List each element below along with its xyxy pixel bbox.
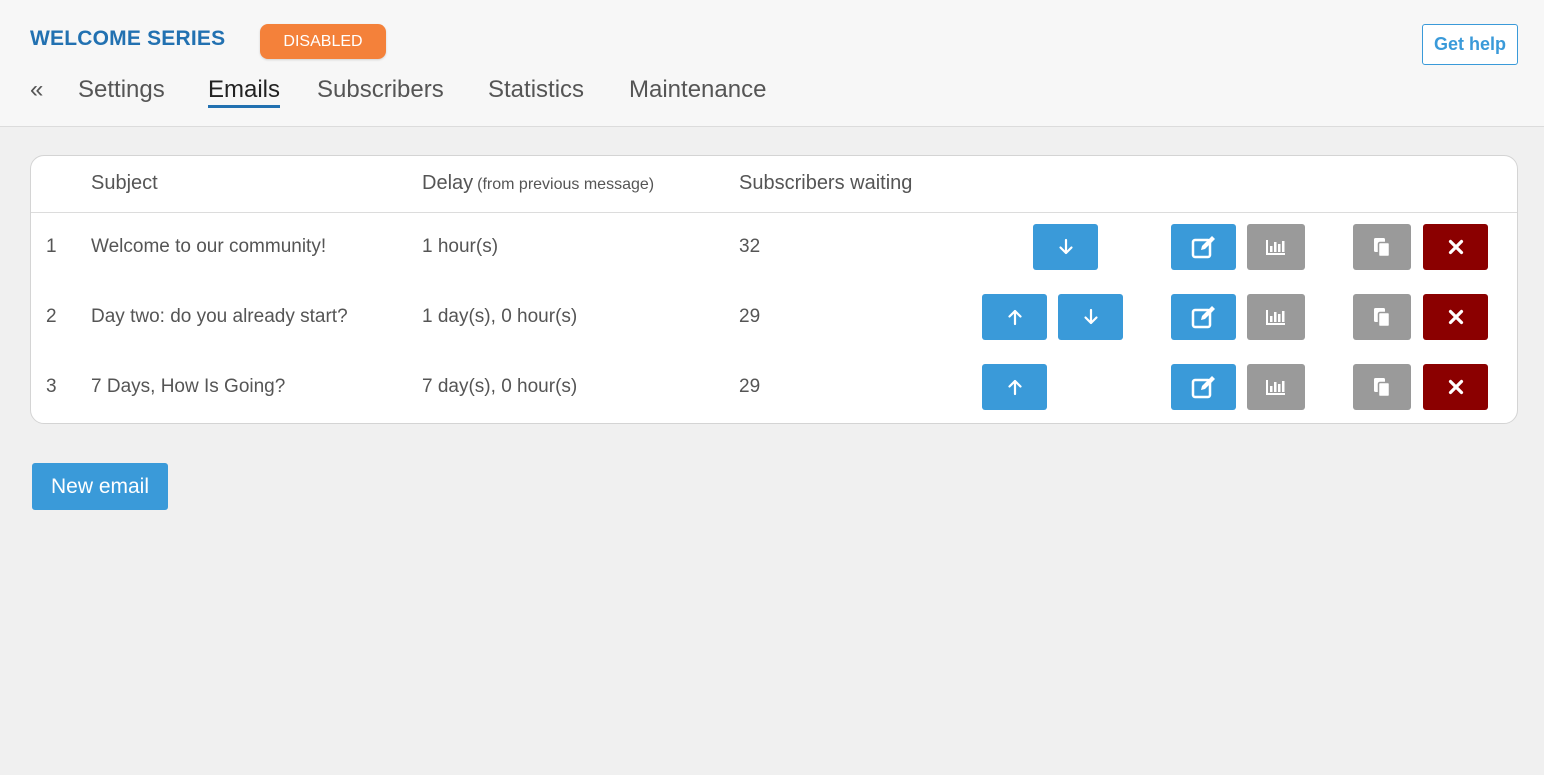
copy-button[interactable] [1353, 294, 1411, 340]
bar-chart-icon [1266, 380, 1285, 395]
row-delay: 1 hour(s) [422, 236, 499, 257]
move-down-button[interactable] [1058, 294, 1123, 340]
tab-settings[interactable]: Settings [78, 76, 165, 104]
new-email-button[interactable]: New email [32, 463, 168, 510]
row-subscribers-waiting: 29 [739, 306, 761, 327]
edit-button[interactable] [1171, 224, 1236, 270]
table-row: 1 Welcome to our community! 1 hour(s) 32 [31, 213, 1517, 283]
row-subject: 7 Days, How Is Going? [91, 376, 286, 397]
column-header-delay: Delay (from previous message) [422, 172, 654, 195]
copy-icon [1374, 238, 1391, 258]
row-subscribers-waiting: 29 [739, 376, 761, 397]
row-delay: 7 day(s), 0 hour(s) [422, 376, 578, 397]
row-number: 2 [46, 306, 57, 327]
arrow-up-icon [1007, 309, 1022, 326]
column-header-delay-note: (from previous message) [477, 176, 655, 193]
column-header-subject: Subject [91, 172, 158, 194]
stats-button[interactable] [1247, 224, 1305, 270]
edit-button[interactable] [1171, 294, 1236, 340]
column-header-subscribers-waiting: Subscribers waiting [739, 172, 913, 194]
move-down-button[interactable] [1033, 224, 1098, 270]
edit-icon [1191, 306, 1215, 329]
move-up-button[interactable] [982, 294, 1047, 340]
tab-statistics[interactable]: Statistics [488, 76, 584, 104]
copy-button[interactable] [1353, 364, 1411, 410]
copy-button[interactable] [1353, 224, 1411, 270]
row-subject: Day two: do you already start? [91, 306, 348, 327]
row-number: 3 [46, 376, 57, 397]
tab-maintenance[interactable]: Maintenance [629, 76, 766, 104]
row-subject: Welcome to our community! [91, 236, 327, 257]
tab-back[interactable]: « [30, 76, 43, 104]
arrow-up-icon [1007, 379, 1022, 396]
column-header-delay-label: Delay [422, 172, 474, 194]
delete-button[interactable] [1423, 224, 1488, 270]
tab-subscribers[interactable]: Subscribers [317, 76, 444, 104]
delete-button[interactable] [1423, 364, 1488, 410]
edit-icon [1191, 376, 1215, 399]
table-row: 2 Day two: do you already start? 1 day(s… [31, 283, 1517, 353]
arrow-down-icon [1058, 238, 1073, 255]
row-subscribers-waiting: 32 [739, 236, 761, 257]
get-help-button[interactable]: Get help [1422, 24, 1518, 65]
close-icon [1448, 379, 1463, 395]
edit-button[interactable] [1171, 364, 1236, 410]
bar-chart-icon [1266, 310, 1285, 325]
edit-icon [1191, 236, 1215, 259]
row-number: 1 [46, 236, 57, 257]
status-badge: DISABLED [260, 24, 386, 59]
delete-button[interactable] [1423, 294, 1488, 340]
bar-chart-icon [1266, 240, 1285, 255]
stats-button[interactable] [1247, 294, 1305, 340]
close-icon [1448, 309, 1463, 325]
stats-button[interactable] [1247, 364, 1305, 410]
copy-icon [1374, 378, 1391, 398]
tab-emails[interactable]: Emails [208, 76, 281, 108]
move-up-button[interactable] [982, 364, 1047, 410]
copy-icon [1374, 308, 1391, 328]
arrow-down-icon [1083, 308, 1098, 325]
page-header: WELCOME SERIES DISABLED Get help « Setti… [0, 0, 1544, 127]
close-icon [1448, 239, 1463, 255]
emails-table: Subject Delay (from previous message) Sub… [30, 155, 1518, 424]
table-row: 3 7 Days, How Is Going? 7 day(s), 0 hour… [31, 353, 1517, 423]
row-delay: 1 day(s), 0 hour(s) [422, 306, 578, 327]
page-title: WELCOME SERIES [30, 27, 226, 50]
table-header: Subject Delay (from previous message) Sub… [31, 156, 1517, 213]
